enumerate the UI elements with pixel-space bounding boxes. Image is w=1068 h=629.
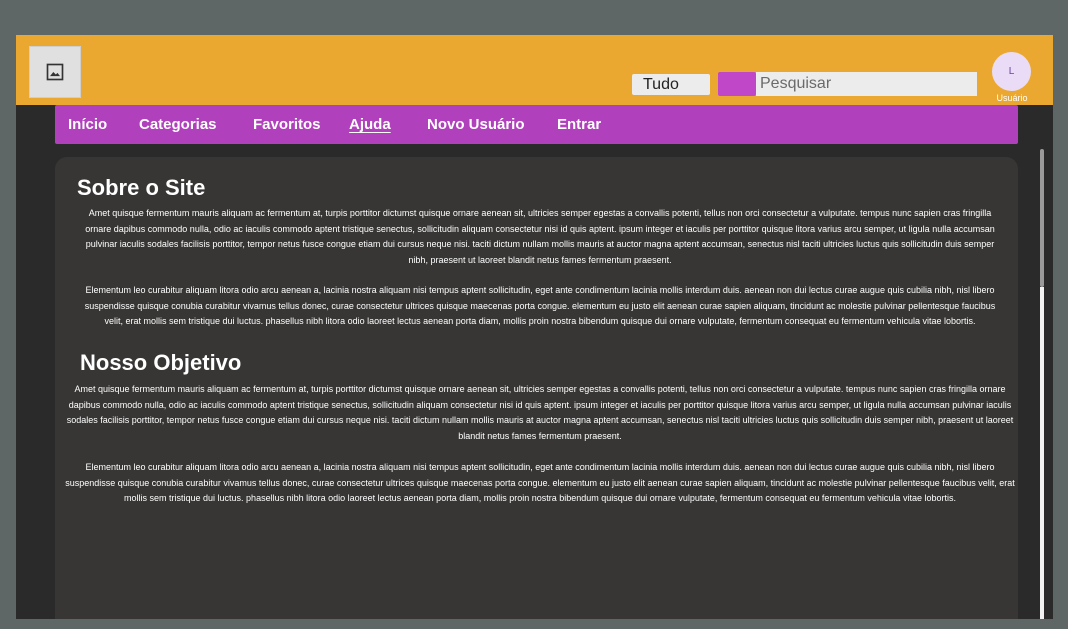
nav-item-ajuda[interactable]: Ajuda [349,116,391,133]
nav-item-novo-usuario[interactable]: Novo Usuário [427,116,525,133]
category-select[interactable]: Tudo [632,74,710,95]
header: Tudo L Usuário [16,35,1053,105]
search-button[interactable] [718,72,756,96]
section-title-objetivo: Nosso Objetivo [80,350,242,375]
avatar[interactable]: L [992,52,1031,91]
vertical-scrollbar[interactable] [1038,147,1046,619]
scrollbar-track[interactable] [1040,287,1044,619]
navbar: Início Categorias Favoritos Ajuda Novo U… [55,105,1018,144]
nav-item-categorias[interactable]: Categorias [139,116,217,133]
content-card: Sobre o Site Amet quisque fermentum maur… [55,157,1018,619]
section-title-sobre: Sobre o Site [77,175,206,200]
section-paragraph: Amet quisque fermentum mauris aliquam ac… [66,384,1014,441]
nav-item-inicio[interactable]: Início [68,116,107,133]
logo-button[interactable] [29,46,81,98]
scrollbar-thumb[interactable] [1040,149,1044,287]
app-window: Tudo L Usuário Início Categorias Favorit… [16,35,1053,619]
image-icon [46,63,64,81]
section-paragraph: Elementum leo curabitur aliquam litora o… [65,462,1015,503]
section-paragraph: Amet quisque fermentum mauris aliquam ac… [85,208,995,265]
user-label[interactable]: Usuário [986,93,1038,103]
nav-item-favoritos[interactable]: Favoritos [253,116,321,133]
section-paragraph: Elementum leo curabitur aliquam litora o… [84,285,996,326]
nav-item-entrar[interactable]: Entrar [557,116,601,133]
search-input[interactable] [756,72,977,96]
